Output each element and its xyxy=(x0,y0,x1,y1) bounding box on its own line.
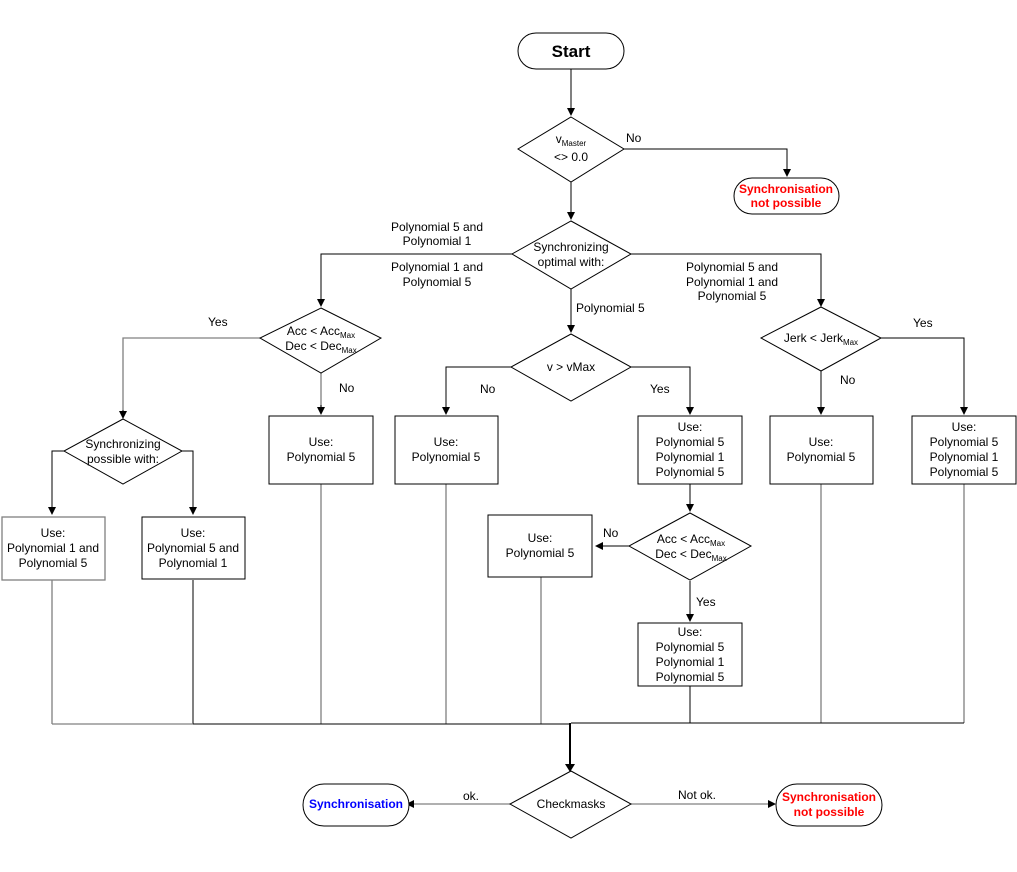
box-acc-mid-no-line1: Use: xyxy=(528,531,553,545)
decision-possible: Synchronizing possible with: xyxy=(62,418,184,485)
possible-line1: Synchronizing xyxy=(85,437,160,451)
acc-left-no-label: No xyxy=(339,381,355,395)
box-use-p5-acc-mid-no: Use: Polynomial 5 xyxy=(487,514,593,578)
box-p5-p1-line1: Use: xyxy=(181,526,206,540)
acc-mid-line2-base: Dec < Dec xyxy=(655,547,711,561)
vmaster-label-sub: Master xyxy=(562,139,587,148)
connector-vmaster-no xyxy=(624,148,791,177)
box-use-p1-p5: Use: Polynomial 1 and Polynomial 5 xyxy=(1,516,106,581)
box-p1-p5-line2: Polynomial 1 and xyxy=(7,541,99,555)
decision-acc-left: Acc < AccMax Dec < DecMax Yes No xyxy=(208,307,383,395)
terminal-not-possible-bottom: Synchronisation not possible xyxy=(775,783,883,827)
possible-line2: possible with: xyxy=(87,452,159,466)
start-terminal: Start xyxy=(517,32,625,70)
optimal-right-label-2: Polynomial 1 and xyxy=(686,275,778,289)
box-vmax-yes-line2: Polynomial 5 xyxy=(656,435,725,449)
vmax-no-label: No xyxy=(480,382,496,396)
box-vmax-yes-line1: Use: xyxy=(678,420,703,434)
optimal-down-label: Polynomial 5 xyxy=(576,301,645,315)
box-acc-mid-yes-line2: Polynomial 5 xyxy=(656,640,725,654)
vmax-yes-label: Yes xyxy=(650,382,670,396)
box-jerk-yes-line1: Use: xyxy=(952,420,977,434)
jerk-no-label: No xyxy=(840,373,856,387)
not-possible-top-line1: Synchronisation xyxy=(739,182,833,196)
box-use-p5-acc-left-no: Use: Polynomial 5 xyxy=(268,415,374,485)
box-use-p5-vmax-no: Use: Polynomial 5 xyxy=(394,415,499,485)
box-p1-p5-line3: Polynomial 5 xyxy=(19,556,88,570)
flowchart-canvas: Start vMaster <> 0.0 No Synchronisation … xyxy=(1,32,1017,839)
checkmasks-ok-label: ok. xyxy=(463,789,479,803)
connector-possible-left xyxy=(48,450,64,515)
box-vmax-yes-line3: Polynomial 1 xyxy=(656,450,725,464)
checkmasks-not-ok-label: Not ok. xyxy=(678,788,716,802)
box-acc-mid-yes-line4: Polynomial 5 xyxy=(656,670,725,684)
jerk-yes-label: Yes xyxy=(913,316,933,330)
jerk-line1-base: Jerk < Jerk xyxy=(784,331,844,345)
optimal-right-label-1: Polynomial 5 and xyxy=(686,260,778,274)
box-use-p515-acc-mid-yes: Use: Polynomial 5 Polynomial 1 Polynomia… xyxy=(637,622,743,687)
checkmasks-label: Checkmasks xyxy=(537,797,606,811)
box-p1-p5-line1: Use: xyxy=(41,526,66,540)
box-use-p515-jerk-yes: Use: Polynomial 5 Polynomial 1 Polynomia… xyxy=(911,415,1017,485)
acc-left-yes-label: Yes xyxy=(208,315,228,329)
box-p5-p1-line2: Polynomial 5 and xyxy=(147,541,239,555)
terminal-not-possible-top: Synchronisation not possible xyxy=(733,177,840,215)
box-use-p5-jerk-no: Use: Polynomial 5 xyxy=(769,415,874,485)
box-left-no-line2: Polynomial 5 xyxy=(287,450,356,464)
acc-mid-line1-sub: Max xyxy=(710,539,725,548)
connector-acc-left-yes xyxy=(122,337,260,416)
connector-jerk-yes xyxy=(881,337,968,415)
acc-mid-no-label: No xyxy=(603,526,619,540)
acc-left-line1-sub: Max xyxy=(340,331,355,340)
vmax-label: v > vMax xyxy=(547,360,595,374)
acc-left-line2-sub: Max xyxy=(342,346,357,355)
vmaster-label-line2: <> 0.0 xyxy=(554,150,588,164)
acc-left-line1-base: Acc < Acc xyxy=(287,324,340,338)
box-acc-mid-yes-line1: Use: xyxy=(678,625,703,639)
box-left-no-line1: Use: xyxy=(309,435,334,449)
box-p5-p1-line3: Polynomial 1 xyxy=(159,556,228,570)
vmaster-no-label: No xyxy=(626,131,642,145)
box-vmax-no-line1: Use: xyxy=(434,435,459,449)
box-use-p515-vmax-yes: Use: Polynomial 5 Polynomial 1 Polynomia… xyxy=(637,415,743,485)
connector-possible-right xyxy=(182,450,197,515)
not-possible-bottom-line1: Synchronisation xyxy=(782,790,876,804)
jerk-line1-sub: Max xyxy=(843,338,858,347)
box-jerk-yes-line2: Polynomial 5 xyxy=(930,435,999,449)
optimal-right-label-3: Polynomial 5 xyxy=(698,289,767,303)
acc-mid-line2-sub: Max xyxy=(712,554,727,563)
box-jerk-no-line2: Polynomial 5 xyxy=(787,450,856,464)
acc-left-line2-base: Dec < Dec xyxy=(285,339,341,353)
box-acc-mid-yes-line3: Polynomial 1 xyxy=(656,655,725,669)
optimal-left-lower-label-1: Polynomial 1 and xyxy=(391,260,483,274)
optimal-left-lower-label-2: Polynomial 5 xyxy=(403,275,472,289)
decision-optimal: Synchronizing optimal with: Polynomial 5… xyxy=(391,220,778,315)
box-vmax-no-line2: Polynomial 5 xyxy=(412,450,481,464)
connector-vmax-no xyxy=(442,366,511,415)
terminal-synchronisation: Synchronisation xyxy=(302,783,410,827)
box-use-p5-p1: Use: Polynomial 5 and Polynomial 1 xyxy=(141,516,246,580)
decision-vmaster: vMaster <> 0.0 No xyxy=(517,116,642,183)
decision-jerk: Jerk < JerkMax No Yes xyxy=(759,306,933,387)
box-vmax-yes-line4: Polynomial 5 xyxy=(656,465,725,479)
decision-acc-mid: Acc < AccMax Dec < DecMax No Yes xyxy=(603,512,753,609)
acc-mid-yes-label: Yes xyxy=(696,595,716,609)
not-possible-top-line2: not possible xyxy=(751,196,822,210)
box-jerk-no-line1: Use: xyxy=(809,435,834,449)
not-possible-bottom-line2: not possible xyxy=(794,805,865,819)
box-acc-mid-no-line2: Polynomial 5 xyxy=(506,546,575,560)
optimal-line1: Synchronizing xyxy=(533,240,608,254)
synchronisation-label: Synchronisation xyxy=(309,797,403,811)
start-label: Start xyxy=(552,42,591,61)
optimal-left-upper-label-2: Polynomial 1 xyxy=(403,234,472,248)
optimal-line2: optimal with: xyxy=(538,255,605,269)
acc-mid-line1-base: Acc < Acc xyxy=(657,532,710,546)
box-jerk-yes-line3: Polynomial 1 xyxy=(930,450,999,464)
optimal-left-upper-label-1: Polynomial 5 and xyxy=(391,220,483,234)
box-jerk-yes-line4: Polynomial 5 xyxy=(930,465,999,479)
